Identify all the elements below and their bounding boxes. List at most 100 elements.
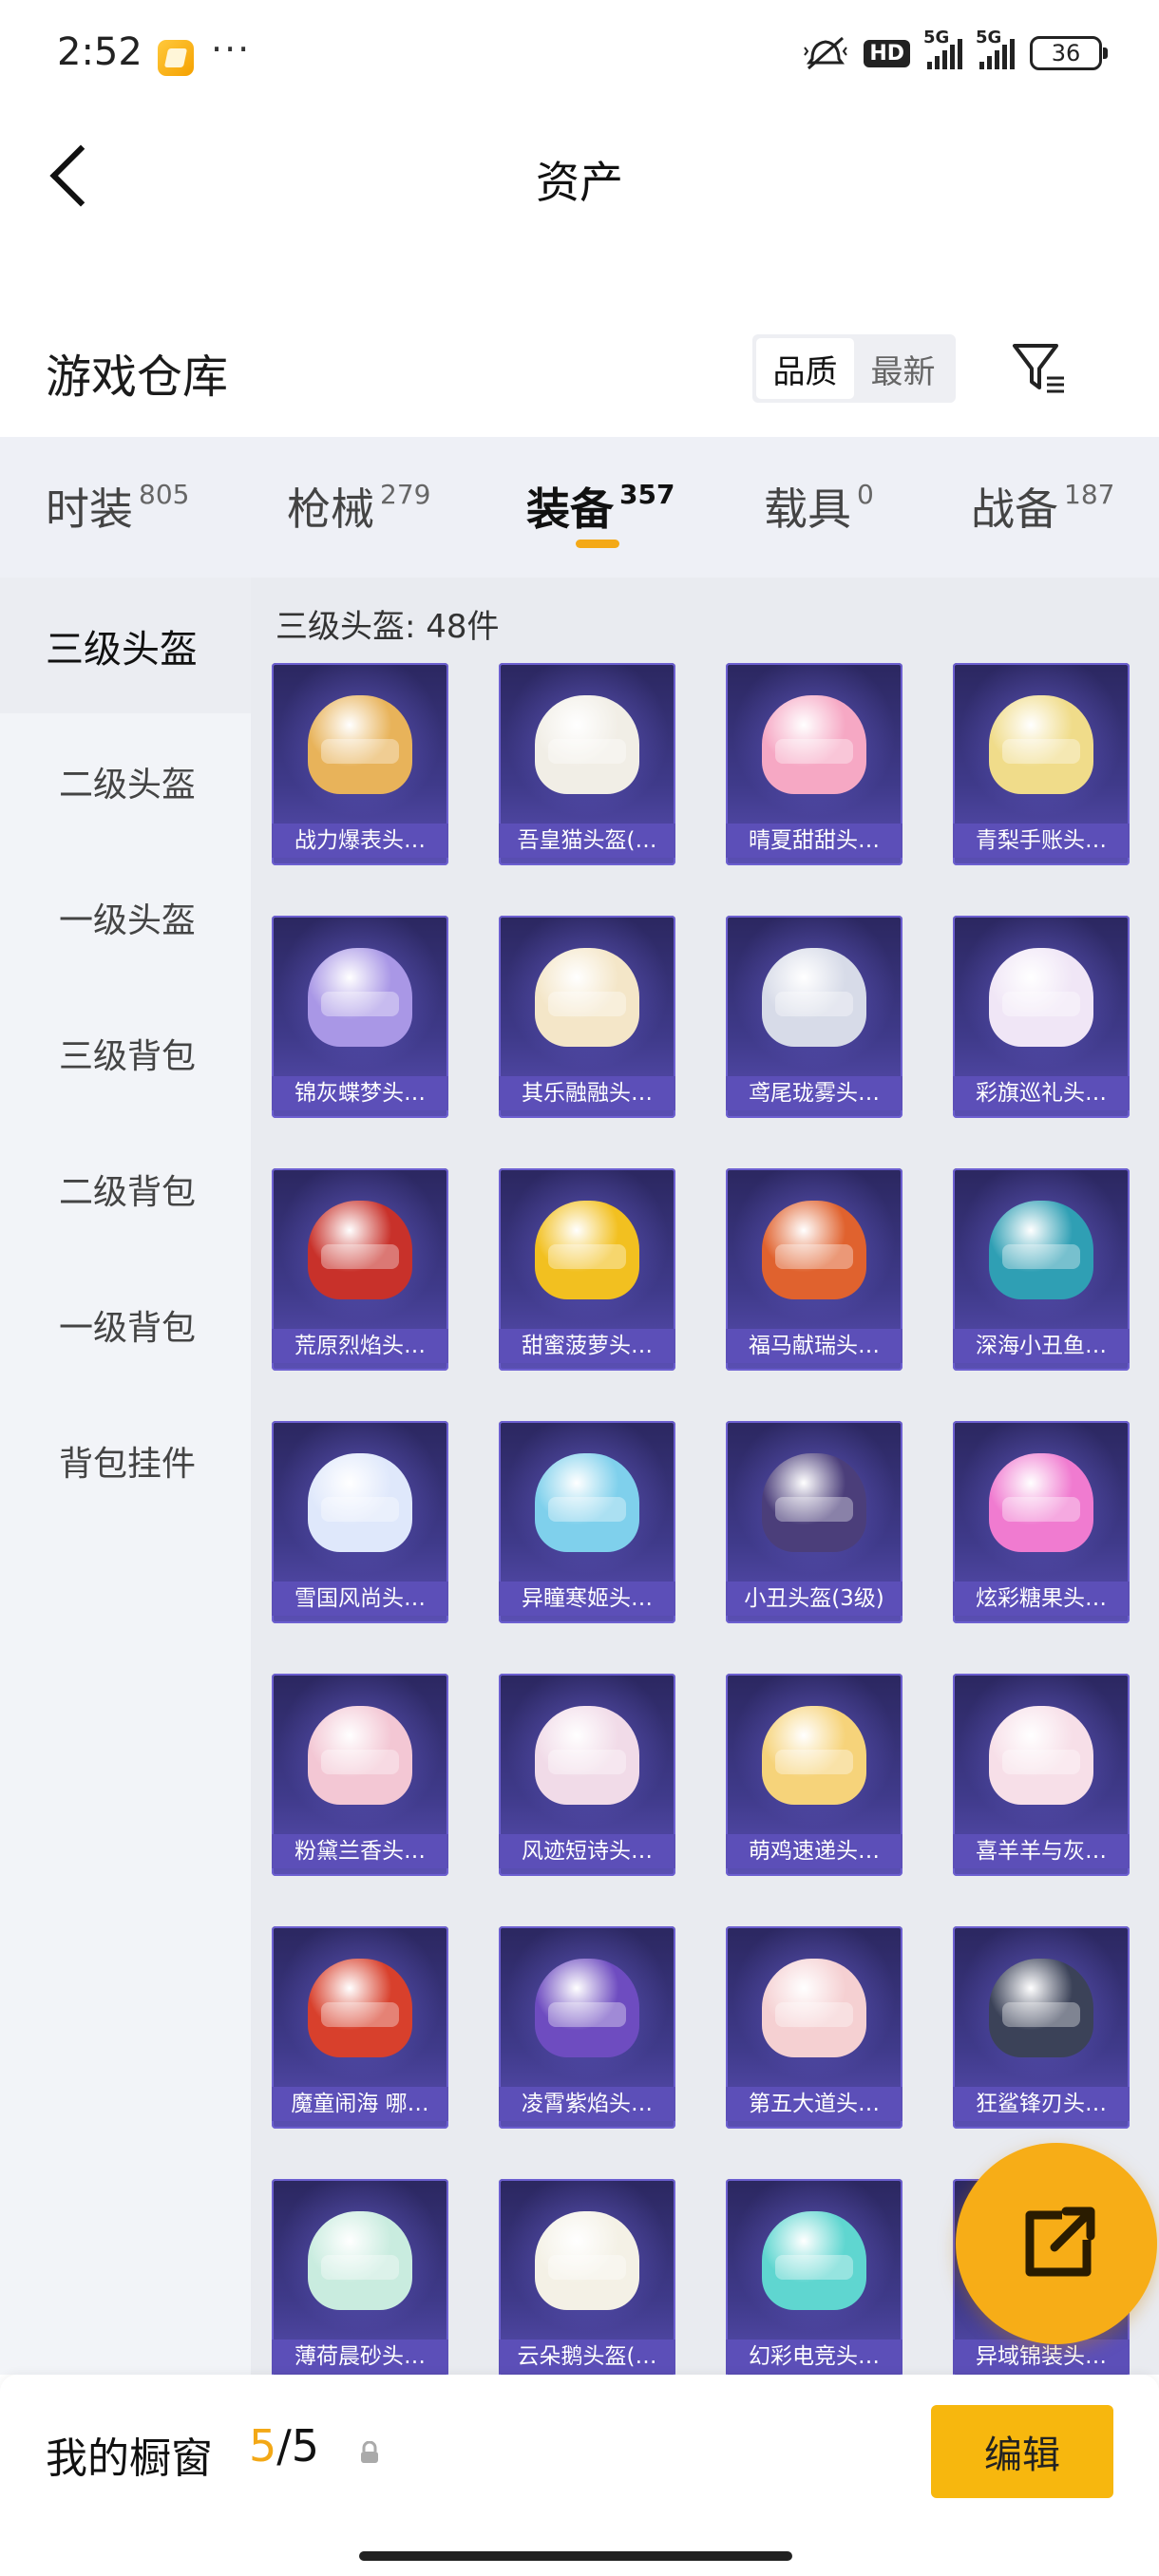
sidebar-item-level1-helmet[interactable]: 一级头盔: [0, 849, 251, 985]
item-name: 风迹短诗头…: [499, 1834, 675, 1868]
edit-button[interactable]: 编辑: [931, 2405, 1113, 2498]
item-card[interactable]: 青梨手账头…: [953, 663, 1130, 865]
item-name: 其乐融融头…: [499, 1076, 675, 1110]
item-name: 萌鸡速递头…: [726, 1834, 902, 1868]
tab-equipment[interactable]: 装备 357: [526, 475, 674, 538]
item-card[interactable]: 凌霄紫焰头…: [499, 1926, 675, 2129]
item-card[interactable]: 甜蜜菠萝头…: [499, 1168, 675, 1371]
helmet-image: [762, 948, 866, 1047]
helmet-image: [535, 695, 639, 794]
sidebar-item-backpack-charm[interactable]: 背包挂件: [0, 1392, 251, 1528]
active-tab-indicator: [576, 540, 619, 548]
item-name: 第五大道头…: [726, 2087, 902, 2121]
sidebar-item-level2-helmet[interactable]: 二级头盔: [0, 713, 251, 849]
item-card[interactable]: 粉黛兰香头…: [272, 1674, 448, 1876]
item-name: 雪国风尚头…: [272, 1582, 448, 1616]
helmet-image: [989, 1201, 1093, 1299]
item-card[interactable]: 狂鲨锋刃头…: [953, 1926, 1130, 2129]
warehouse-title: 游戏仓库: [46, 350, 229, 404]
page-title: 资产: [536, 157, 623, 208]
helmet-image: [308, 1201, 412, 1299]
item-name: 深海小丑鱼…: [953, 1329, 1130, 1363]
sidebar-item-level3-backpack[interactable]: 三级背包: [0, 985, 251, 1121]
helmet-image: [535, 1201, 639, 1299]
item-name: 锦灰蝶梦头…: [272, 1076, 448, 1110]
item-card[interactable]: 薄荷晨砂头…: [272, 2179, 448, 2375]
helmet-image: [535, 1706, 639, 1805]
sort-newest-option[interactable]: 最新: [854, 338, 952, 399]
item-name: 凌霄紫焰头…: [499, 2087, 675, 2121]
sidebar-item-level2-backpack[interactable]: 二级背包: [0, 1121, 251, 1257]
helmet-image: [535, 1959, 639, 2057]
item-card[interactable]: 锦灰蝶梦头…: [272, 916, 448, 1118]
item-card[interactable]: 晴夏甜甜头…: [726, 663, 902, 865]
item-card[interactable]: 云朵鹅头盔(…: [499, 2179, 675, 2375]
category-tabs: 时装 805 枪械 279 装备 357 载具 0 战备 187: [0, 437, 1159, 578]
item-name: 喜羊羊与灰…: [953, 1834, 1130, 1868]
item-card[interactable]: 福马献瑞头…: [726, 1168, 902, 1371]
helmet-image: [989, 1706, 1093, 1805]
sort-quality-option[interactable]: 品质: [756, 338, 854, 399]
tab-vehicles[interactable]: 载具 0: [764, 475, 874, 538]
showcase-bar: 我的橱窗 5/5 编辑: [0, 2375, 1159, 2576]
signal-1-icon: 5G: [923, 28, 962, 69]
sidebar: 三级头盔 二级头盔 一级头盔 三级背包 二级背包 一级背包 背包挂件: [0, 578, 251, 2375]
item-card[interactable]: 其乐融融头…: [499, 916, 675, 1118]
helmet-image: [762, 1453, 866, 1552]
status-icons: HD 5G 5G 36: [803, 28, 1108, 72]
status-bar: 2:52 ··· HD 5G 5G 36: [0, 0, 1159, 114]
item-name: 异域锦装头…: [953, 2339, 1130, 2374]
battery-icon: 36: [1030, 36, 1108, 70]
item-card[interactable]: 小丑头盔(3级): [726, 1421, 902, 1623]
item-card[interactable]: 吾皇猫头盔(…: [499, 663, 675, 865]
item-name: 荒原烈焰头…: [272, 1329, 448, 1363]
item-name: 福马献瑞头…: [726, 1329, 902, 1363]
item-card[interactable]: 第五大道头…: [726, 1926, 902, 2129]
item-name: 青梨手账头…: [953, 824, 1130, 858]
item-name: 粉黛兰香头…: [272, 1834, 448, 1868]
mute-vibrate-icon: [804, 36, 848, 70]
helmet-image: [535, 2211, 639, 2310]
item-card[interactable]: 炫彩糖果头…: [953, 1421, 1130, 1623]
item-card[interactable]: 深海小丑鱼…: [953, 1168, 1130, 1371]
item-name: 薄荷晨砂头…: [272, 2339, 448, 2374]
item-card[interactable]: 魔童闹海 哪…: [272, 1926, 448, 2129]
item-name: 彩旗巡礼头…: [953, 1076, 1130, 1110]
item-card[interactable]: 萌鸡速递头…: [726, 1674, 902, 1876]
item-card[interactable]: 风迹短诗头…: [499, 1674, 675, 1876]
helmet-image: [308, 695, 412, 794]
sidebar-item-level3-helmet[interactable]: 三级头盔: [0, 578, 251, 713]
item-name: 魔童闹海 哪…: [272, 2087, 448, 2121]
item-card[interactable]: 彩旗巡礼头…: [953, 916, 1130, 1118]
item-name: 甜蜜菠萝头…: [499, 1329, 675, 1363]
item-name: 狂鲨锋刃头…: [953, 2087, 1130, 2121]
helmet-image: [989, 948, 1093, 1047]
item-name: 战力爆表头…: [272, 824, 448, 858]
helmet-image: [308, 1706, 412, 1805]
section-title: 三级头盔: 48件: [276, 608, 500, 646]
item-card[interactable]: 荒原烈焰头…: [272, 1168, 448, 1371]
item-card[interactable]: 异瞳寒姬头…: [499, 1421, 675, 1623]
sort-toggle[interactable]: 品质 最新: [752, 334, 956, 403]
item-name: 异瞳寒姬头…: [499, 1582, 675, 1616]
filter-icon[interactable]: [1009, 338, 1068, 397]
helmet-image: [762, 1201, 866, 1299]
sidebar-item-level1-backpack[interactable]: 一级背包: [0, 1257, 251, 1392]
helmet-image: [989, 695, 1093, 794]
share-button[interactable]: [956, 2143, 1157, 2344]
helmet-image: [308, 1453, 412, 1552]
helmet-image: [989, 1453, 1093, 1552]
item-card[interactable]: 鸢尾珑雾头…: [726, 916, 902, 1118]
tab-weapons[interactable]: 枪械 279: [287, 475, 430, 538]
item-name: 小丑头盔(3级): [726, 1582, 902, 1616]
item-card[interactable]: 雪国风尚头…: [272, 1421, 448, 1623]
item-name: 晴夏甜甜头…: [726, 824, 902, 858]
item-card[interactable]: 幻彩电竞头…: [726, 2179, 902, 2375]
item-card[interactable]: 战力爆表头…: [272, 663, 448, 865]
item-card[interactable]: 喜羊羊与灰…: [953, 1674, 1130, 1876]
helmet-image: [308, 948, 412, 1047]
tab-fashion[interactable]: 时装 805: [46, 475, 189, 538]
tab-supplies[interactable]: 战备 187: [971, 475, 1114, 538]
more-notifications-icon: ···: [211, 28, 252, 70]
home-indicator[interactable]: [359, 2551, 792, 2561]
